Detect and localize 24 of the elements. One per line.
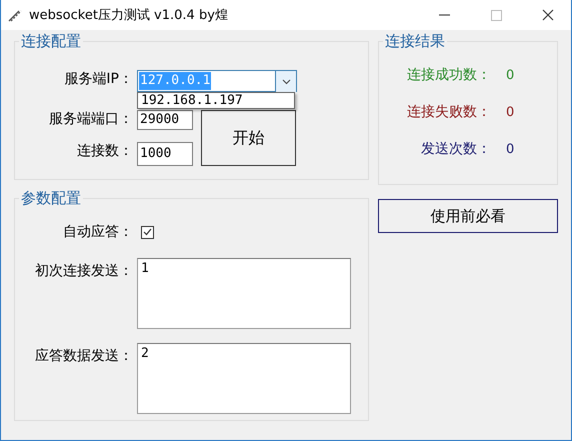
connections-field[interactable]: 1000 (137, 142, 193, 166)
group-title: 连接配置 (20, 32, 82, 51)
text-area[interactable]: 2 (137, 343, 351, 414)
result-value: 0 (506, 68, 514, 82)
group-title: 参数配置 (20, 189, 82, 208)
result-label: 连接失败数： (406, 103, 491, 121)
result-label: 发送次数： (420, 140, 491, 158)
window-title: websocket压力测试 v1.0.4 by煌 (29, 7, 229, 24)
result-label: 连接成功数： (406, 66, 491, 84)
field-label: 自动应答： (62, 223, 134, 241)
port-field[interactable]: 29000 (137, 110, 193, 130)
help-button[interactable]: 使用前必看 (378, 199, 558, 233)
start-button[interactable]: 开始 (201, 110, 296, 166)
field-label: 连接数： (76, 142, 134, 161)
text-area[interactable]: 1 (137, 258, 351, 329)
dropdown-option[interactable]: 192.168.1.197 (141, 93, 291, 108)
field-label: 服务端IP： (63, 70, 134, 89)
field-label: 服务端端口： (48, 110, 134, 129)
field-label: 初次连接发送： (34, 262, 134, 280)
checkbox[interactable] (141, 226, 154, 238)
result-value: 0 (506, 142, 514, 156)
result-value: 0 (506, 104, 514, 120)
field-label: 应答数据发送： (34, 347, 134, 365)
group-title: 连接结果 (384, 32, 446, 51)
